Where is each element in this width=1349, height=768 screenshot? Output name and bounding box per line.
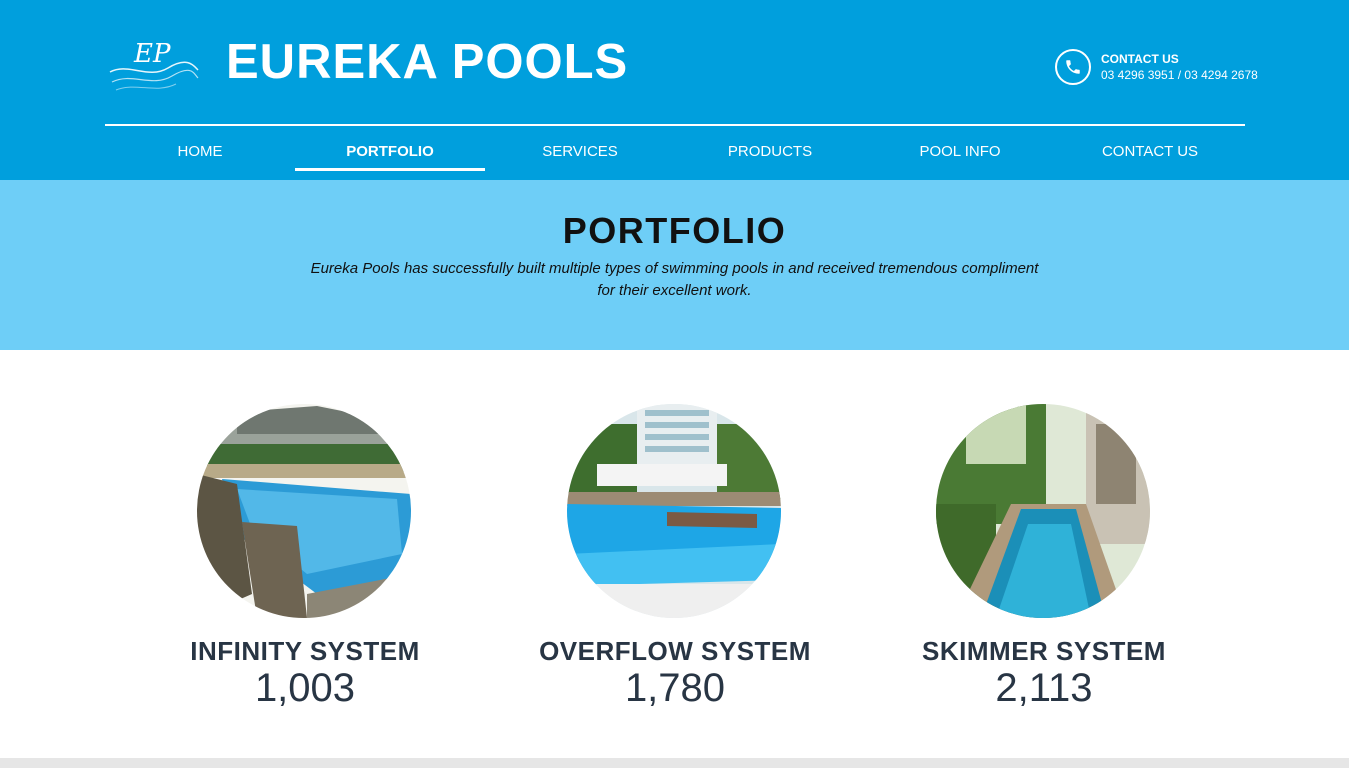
overflow-pool-image[interactable] bbox=[567, 404, 781, 618]
infinity-pool-image[interactable] bbox=[197, 404, 411, 618]
main-nav: HOME PORTFOLIO SERVICES PRODUCTS POOL IN… bbox=[105, 126, 1245, 176]
page-intro: Eureka Pools has successfully built mult… bbox=[310, 260, 1039, 299]
logo-wave-icon: EP bbox=[109, 39, 199, 91]
portfolio-card-skimmer: SKIMMER SYSTEM 2,113 bbox=[894, 404, 1194, 724]
skimmer-pool-image[interactable] bbox=[936, 404, 1150, 618]
nav-item-pool-info[interactable]: POOL INFO bbox=[865, 126, 1055, 170]
page-banner: PORTFOLIO Eureka Pools has successfully … bbox=[0, 180, 1349, 350]
nav-item-products[interactable]: PRODUCTS bbox=[675, 126, 865, 170]
portfolio-card-infinity: INFINITY SYSTEM 1,003 bbox=[155, 404, 455, 724]
site-header: EP EUREKA POOLS CONTACT US 03 4296 3951 … bbox=[0, 0, 1349, 180]
nav-item-home[interactable]: HOME bbox=[105, 126, 295, 170]
nav-item-services[interactable]: SERVICES bbox=[485, 126, 675, 170]
portfolio-count: 1,780 bbox=[624, 666, 726, 710]
portfolio-card-overflow: OVERFLOW SYSTEM 1,780 bbox=[525, 404, 825, 724]
contact-phones[interactable]: 03 4296 3951 / 03 4294 2678 bbox=[1101, 68, 1258, 82]
nav-item-portfolio[interactable]: PORTFOLIO bbox=[295, 126, 485, 171]
portfolio-title: OVERFLOW SYSTEM bbox=[539, 636, 811, 666]
portfolio-title: SKIMMER SYSTEM bbox=[922, 636, 1166, 666]
phone-icon bbox=[1055, 49, 1091, 85]
nav-item-contact-us[interactable]: CONTACT US bbox=[1055, 126, 1245, 170]
header-contact: CONTACT US 03 4296 3951 / 03 4294 2678 bbox=[1055, 49, 1285, 89]
page-title: PORTFOLIO bbox=[562, 210, 787, 251]
portfolio-count: 2,113 bbox=[995, 666, 1093, 710]
portfolio-count: 1,003 bbox=[254, 666, 356, 710]
logo[interactable]: EP bbox=[108, 36, 200, 94]
contact-title: CONTACT US bbox=[1101, 52, 1179, 66]
brand-name[interactable]: EUREKA POOLS bbox=[226, 34, 628, 90]
footer-strip bbox=[0, 758, 1349, 768]
svg-text:EP: EP bbox=[133, 39, 171, 69]
portfolio-title: INFINITY SYSTEM bbox=[190, 636, 420, 666]
